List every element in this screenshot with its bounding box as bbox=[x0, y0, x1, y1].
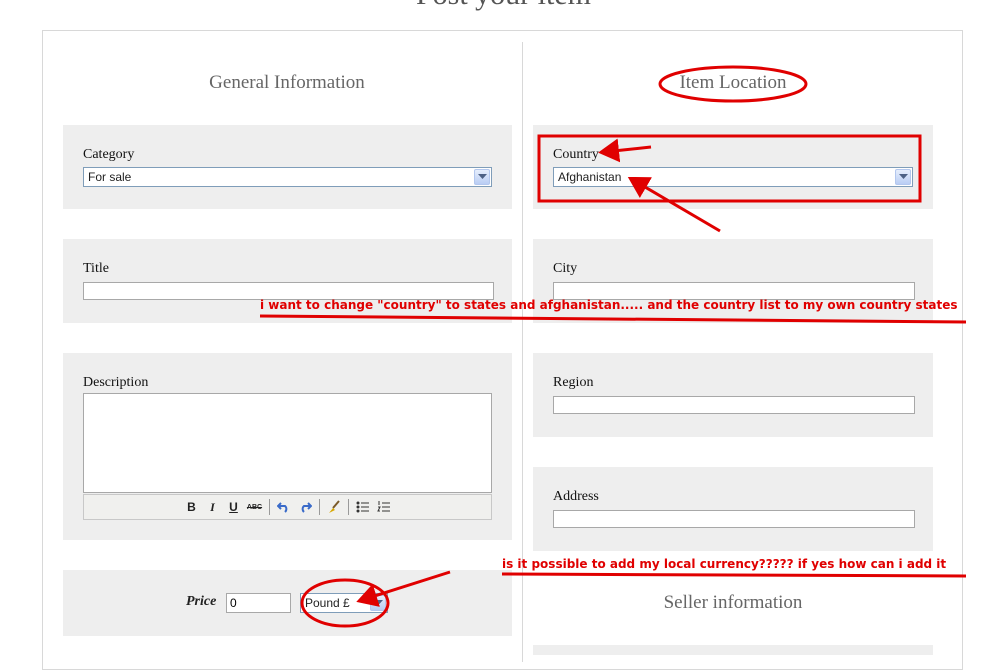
toolbar-separator bbox=[268, 499, 270, 515]
bold-button[interactable]: B bbox=[183, 498, 201, 516]
toolbar-separator bbox=[347, 499, 349, 515]
redo-icon[interactable] bbox=[296, 498, 314, 516]
country-select-value: Afghanistan bbox=[558, 170, 622, 184]
category-select-value: For sale bbox=[88, 170, 132, 184]
currency-select[interactable]: Pound £ bbox=[300, 593, 388, 613]
page-title: Post your item bbox=[0, 0, 1007, 12]
annotation-note-currency: is it possible to add my local currency?… bbox=[502, 557, 947, 571]
country-label: Country bbox=[553, 147, 599, 162]
undo-icon[interactable] bbox=[275, 498, 293, 516]
address-input[interactable] bbox=[553, 510, 915, 528]
bullet-list-icon[interactable] bbox=[354, 498, 372, 516]
item-location-heading: Item Location bbox=[679, 72, 787, 93]
seller-information-heading: Seller information bbox=[663, 592, 803, 613]
price-input[interactable] bbox=[226, 593, 291, 613]
brush-icon[interactable] bbox=[325, 498, 343, 516]
chevron-down-icon[interactable] bbox=[895, 169, 911, 185]
editor-toolbar: B I U ABC bbox=[83, 494, 492, 520]
numbered-list-icon[interactable] bbox=[375, 498, 393, 516]
address-label: Address bbox=[553, 489, 599, 504]
address-panel bbox=[533, 467, 933, 551]
italic-button[interactable]: I bbox=[204, 498, 222, 516]
annotation-note-country: i want to change "country" to states and… bbox=[260, 298, 958, 312]
strikethrough-button[interactable]: ABC bbox=[246, 498, 264, 516]
category-label: Category bbox=[83, 147, 135, 162]
region-input[interactable] bbox=[553, 396, 915, 414]
chevron-down-icon[interactable] bbox=[370, 595, 386, 611]
chevron-down-icon[interactable] bbox=[474, 169, 490, 185]
underline-button[interactable]: U bbox=[225, 498, 243, 516]
description-editor[interactable] bbox=[83, 393, 492, 493]
general-information-heading: General Information bbox=[209, 72, 365, 93]
region-label: Region bbox=[553, 375, 594, 390]
toolbar-separator bbox=[318, 499, 320, 515]
title-label: Title bbox=[83, 261, 109, 276]
city-label: City bbox=[553, 261, 578, 276]
price-label: Price bbox=[186, 594, 217, 609]
seller-panel bbox=[533, 645, 933, 655]
country-select[interactable]: Afghanistan bbox=[553, 167, 913, 187]
region-panel bbox=[533, 353, 933, 437]
category-select[interactable]: For sale bbox=[83, 167, 492, 187]
description-label: Description bbox=[83, 375, 149, 390]
currency-select-value: Pound £ bbox=[305, 596, 350, 610]
